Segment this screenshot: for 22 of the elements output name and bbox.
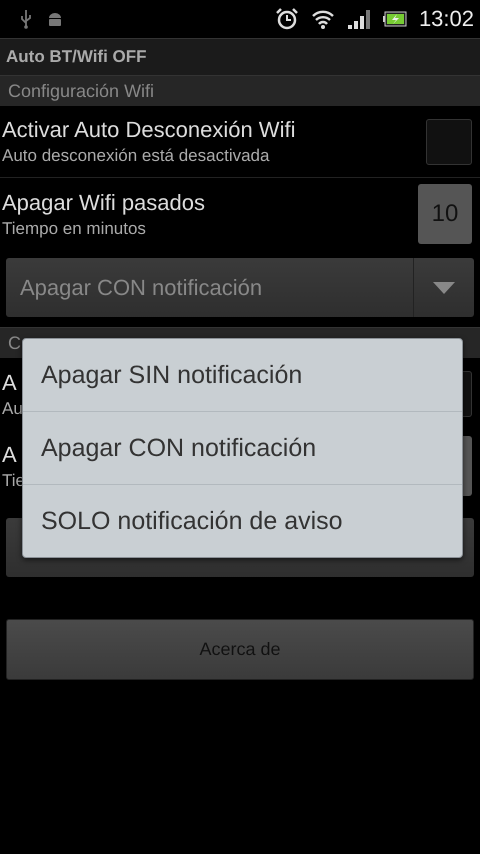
popup-option[interactable]: Apagar SIN notificación [23,339,462,411]
setting-summary: Au [2,398,23,418]
wifi-icon [310,8,335,30]
setting-title: Activar Auto Desconexión Wifi [2,117,296,143]
section-header: C [8,332,21,354]
section-header: Configuración Wifi [8,80,154,102]
signal-icon [346,8,371,30]
app-title: Auto BT/Wifi OFF [6,47,147,67]
notification-dropdown[interactable]: Apagar CON notificación [6,258,474,317]
setting-title: A [2,370,18,396]
popup-option[interactable]: Apagar CON notificación [23,411,462,484]
battery-charging-icon [382,11,407,27]
dropdown-arrow-icon [433,282,455,294]
setting-title: Apagar Wifi pasados [2,190,205,216]
alarm-clock-icon [274,7,299,31]
setting-title: A [2,442,18,468]
setting-summary: Auto desconexión está desactivada [2,146,270,166]
clock-time: 13:02 [418,6,474,32]
popup-option[interactable]: SOLO notificación de aviso [23,484,462,557]
checkbox[interactable] [426,118,472,164]
setting-summary: Tiempo en minutos [2,218,147,238]
usb-icon [20,9,32,29]
